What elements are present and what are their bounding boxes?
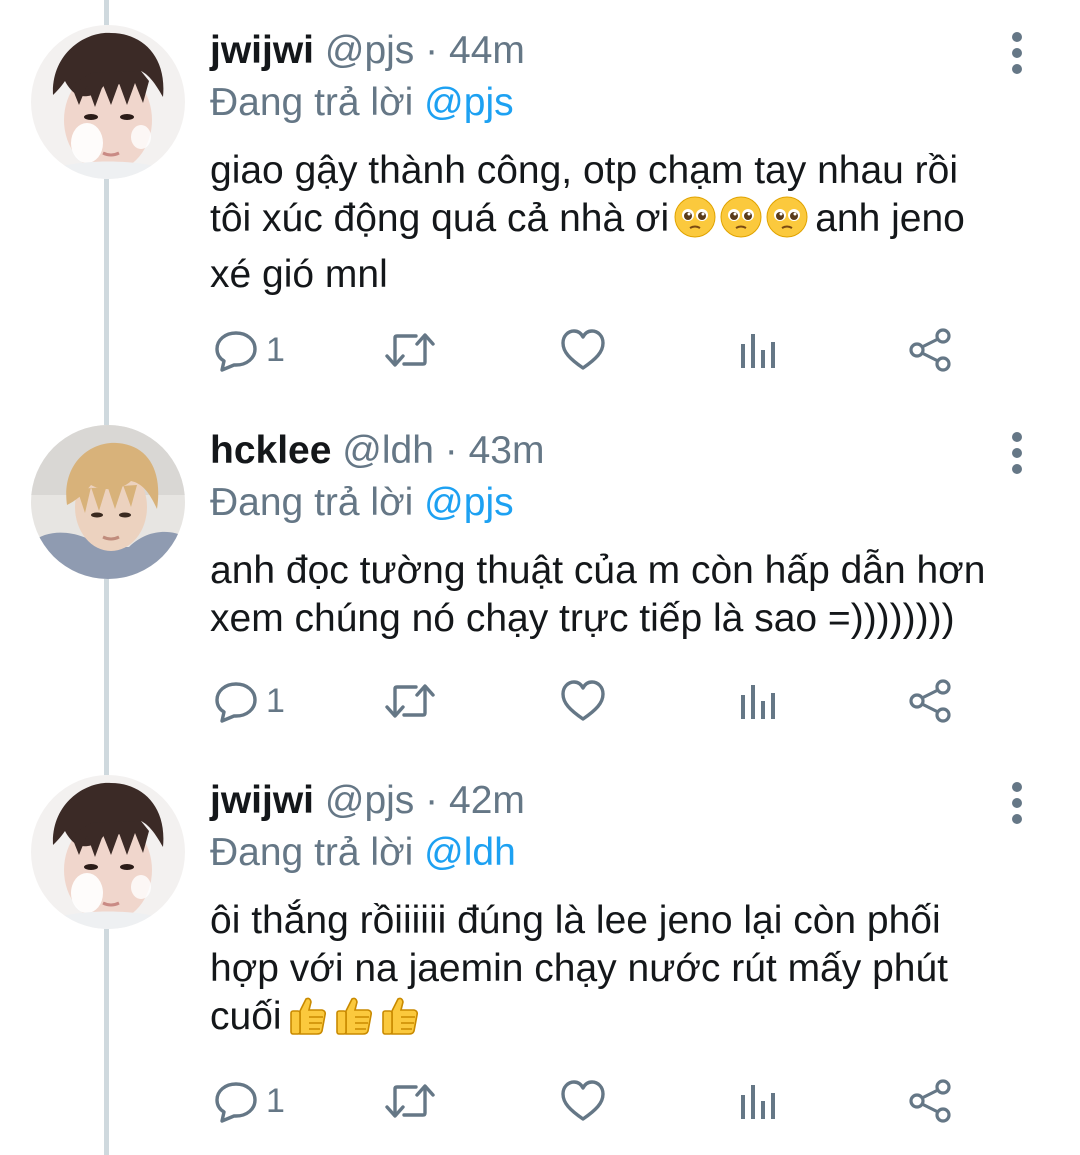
analytics-button[interactable]: [738, 1076, 778, 1126]
author-name[interactable]: jwijwi: [210, 779, 314, 822]
tweet-text-line: tôi xúc động quá cả nhà ơi anh jeno: [210, 195, 1050, 251]
reply-count: 1: [266, 682, 285, 720]
tweet-text: ôi thắng rồiiiiii đúng là lee jeno lại c…: [210, 897, 1050, 1049]
reply-button[interactable]: 1: [214, 1076, 285, 1126]
tweet-actions: 1: [210, 676, 970, 726]
tweet-text-line: ôi thắng rồiiiiii đúng là lee jeno lại c…: [210, 899, 941, 942]
thumbs-up-emoji-icon: [289, 997, 326, 1035]
share-icon: [909, 328, 951, 372]
tweet-text-line: cuối: [210, 993, 1050, 1049]
like-button[interactable]: [560, 325, 606, 375]
author-handle[interactable]: @pjs: [325, 29, 414, 72]
retweet-icon: [385, 333, 435, 367]
retweet-icon: [385, 1084, 435, 1118]
tweet-text-segment: cuối: [210, 995, 282, 1038]
tweet-text-segment: anh jeno: [815, 197, 965, 240]
author-name[interactable]: jwijwi: [210, 29, 314, 72]
tweet-text-line: hợp với na jaemin chạy nước rút mấy phút: [210, 947, 948, 990]
share-button[interactable]: [908, 325, 954, 375]
reply-count: 1: [266, 331, 285, 369]
retweet-icon: [385, 684, 435, 718]
analytics-button[interactable]: [738, 676, 778, 726]
replying-to-mention[interactable]: @pjs: [424, 81, 513, 124]
like-button[interactable]: [560, 1076, 606, 1126]
thumbs-up-emoji-icon: [335, 997, 372, 1035]
reply-icon: [215, 1082, 257, 1123]
thumbs-up-emoji-icon: [381, 997, 418, 1035]
pleading-face-emoji-icon: [720, 196, 762, 238]
tweet-timestamp[interactable]: 42m: [449, 779, 525, 822]
tweet-timestamp[interactable]: 44m: [449, 29, 525, 72]
tweet[interactable]: jwijwi @pjs · 42m Đang trả lời @ldh ôi t…: [0, 750, 1080, 1130]
retweet-button[interactable]: [384, 676, 436, 726]
emoji-run: [673, 195, 811, 251]
tweet[interactable]: hcklee @ldh · 43m Đang trả lời @pjs anh …: [0, 400, 1080, 780]
author-name[interactable]: hcklee: [210, 429, 331, 472]
more-vertical-icon: [1012, 32, 1022, 74]
more-vertical-icon: [1012, 782, 1022, 824]
heart-icon: [561, 1080, 605, 1121]
reply-icon: [215, 682, 257, 723]
replying-to-label: Đang trả lời: [210, 481, 414, 524]
replying-to: Đang trả lời @pjs: [210, 80, 514, 126]
analytics-icon: [741, 1085, 775, 1119]
reply-button[interactable]: 1: [214, 676, 285, 726]
more-vertical-icon: [1012, 432, 1022, 474]
author-handle[interactable]: @pjs: [325, 779, 414, 822]
tweet-actions: 1: [210, 325, 970, 375]
tweet-text-line: giao gậy thành công, otp chạm tay nhau r…: [210, 149, 959, 192]
tweet-text-segment: tôi xúc động quá cả nhà ơi: [210, 197, 670, 240]
share-icon: [909, 679, 951, 723]
avatar[interactable]: [31, 775, 185, 929]
tweet-text: giao gậy thành công, otp chạm tay nhau r…: [210, 147, 1050, 299]
more-options-button[interactable]: [1000, 780, 1034, 826]
pleading-face-emoji-icon: [766, 196, 808, 238]
separator-dot: ·: [444, 429, 458, 472]
tweet-actions: 1: [210, 1076, 970, 1126]
more-options-button[interactable]: [1000, 430, 1034, 476]
pleading-face-emoji-icon: [674, 196, 716, 238]
separator-dot: ·: [425, 29, 439, 72]
separator-dot: ·: [425, 779, 439, 822]
replying-to-mention[interactable]: @pjs: [424, 481, 513, 524]
analytics-button[interactable]: [738, 325, 778, 375]
analytics-icon: [741, 685, 775, 719]
heart-icon: [561, 680, 605, 721]
tweet-timestamp[interactable]: 43m: [469, 429, 545, 472]
replying-to: Đang trả lời @ldh: [210, 830, 516, 876]
retweet-button[interactable]: [384, 325, 436, 375]
analytics-icon: [741, 334, 775, 368]
replying-to-label: Đang trả lời: [210, 831, 414, 874]
tweet-header: jwijwi @pjs · 42m: [210, 778, 525, 824]
replying-to: Đang trả lời @pjs: [210, 480, 514, 526]
tweet-header: hcklee @ldh · 43m: [210, 428, 544, 474]
more-options-button[interactable]: [1000, 30, 1034, 76]
tweet-header: jwijwi @pjs · 44m: [210, 28, 525, 74]
tweet-text-line: xé gió mnl: [210, 253, 388, 296]
share-button[interactable]: [908, 676, 954, 726]
replying-to-label: Đang trả lời: [210, 81, 414, 124]
avatar[interactable]: [31, 25, 185, 179]
avatar[interactable]: [31, 425, 185, 579]
reply-button[interactable]: 1: [214, 325, 285, 375]
reply-count: 1: [266, 1082, 285, 1120]
tweet-text-line: anh đọc tường thuật của m còn hấp dẫn hơ…: [210, 549, 986, 592]
author-handle[interactable]: @ldh: [342, 429, 434, 472]
share-button[interactable]: [908, 1076, 954, 1126]
like-button[interactable]: [560, 676, 606, 726]
heart-icon: [561, 329, 605, 370]
tweet-text: anh đọc tường thuật của m còn hấp dẫn hơ…: [210, 547, 1050, 643]
replying-to-mention[interactable]: @ldh: [424, 831, 516, 874]
tweet[interactable]: jwijwi @pjs · 44m Đang trả lời @pjs giao…: [0, 0, 1080, 380]
share-icon: [909, 1079, 951, 1123]
tweet-text-line: xem chúng nó chạy trực tiếp là sao =))))…: [210, 597, 955, 640]
emoji-run: [286, 993, 424, 1049]
retweet-button[interactable]: [384, 1076, 436, 1126]
reply-icon: [215, 331, 257, 372]
